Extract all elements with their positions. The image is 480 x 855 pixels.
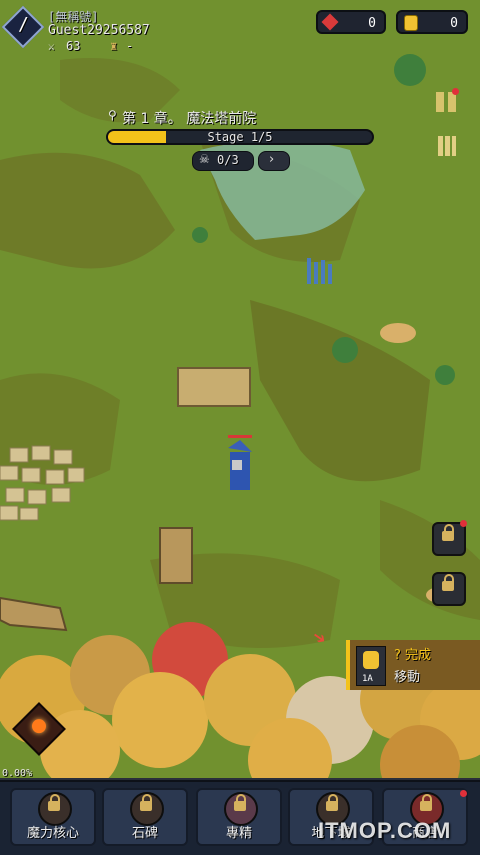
nav-label: 魔力核心 [26,826,79,841]
quest-reward-count: 1A [362,674,373,684]
gold-coin-icon [404,15,418,31]
notification-dot [460,520,467,527]
nav-item-stele[interactable]: 石碑 [102,788,188,846]
gem-counter[interactable]: 0 [316,10,386,34]
gold-count: 0 [450,16,458,31]
gold-counter[interactable]: 0 [396,10,468,34]
location-pin-icon: ⚲ [108,108,117,122]
nav-item-mana-core[interactable]: 魔力核心 [10,788,96,846]
mastery-icon [224,792,258,826]
lock-shape [420,794,432,811]
lock-shape [48,794,60,811]
lock-icon [442,524,454,541]
skull-icon: ☠ [199,152,210,166]
lock-shape [234,794,246,811]
player-name: Guest29256587 [48,23,150,38]
nav-label: 石碑 [131,826,158,841]
quest-status: ? 完成 [394,648,432,663]
red-gem-icon [321,13,339,31]
bars-menu-icon[interactable] [438,136,456,156]
watermark: ITMOP.COM [318,818,452,843]
lock-icon [38,792,72,826]
side-locked-button-2[interactable] [432,572,466,606]
notification-dot [460,790,467,797]
player-trophy: - [126,39,134,53]
stage-label: Stage 1/5 [207,130,273,144]
lock-icon [442,574,454,591]
nav-item-mastery[interactable]: 專精 [196,788,282,846]
chevron-right-icon: › [269,152,275,167]
quest-reward-box: 1A [356,646,386,686]
grid-menu-icon[interactable] [436,92,456,112]
nav-label: 專精 [225,826,252,841]
quest-task: 移動 [394,670,421,685]
trophy-icon: ♜ [110,39,118,53]
gem-count: 0 [368,16,376,31]
chapter-title: 第 1 章。 魔法塔前院 [122,111,257,127]
lock-icon [130,792,164,826]
notification-dot [452,88,459,95]
player-level-badge-text: / [18,14,29,35]
sword-icon: ⚔ [48,40,55,53]
kill-counter: ☠ 0/3 [192,151,254,171]
quest-panel[interactable]: 1A ? 完成 移動 [346,640,480,690]
gold-coin-icon [363,651,379,669]
player-power: 63 [66,39,81,53]
fire-skill-icon [29,716,49,737]
lock-shape [140,794,152,811]
kill-count: 0/3 [217,153,239,167]
next-stage-button[interactable]: › [258,151,290,171]
lock-shape [326,794,338,811]
side-locked-button-1[interactable] [432,522,466,556]
